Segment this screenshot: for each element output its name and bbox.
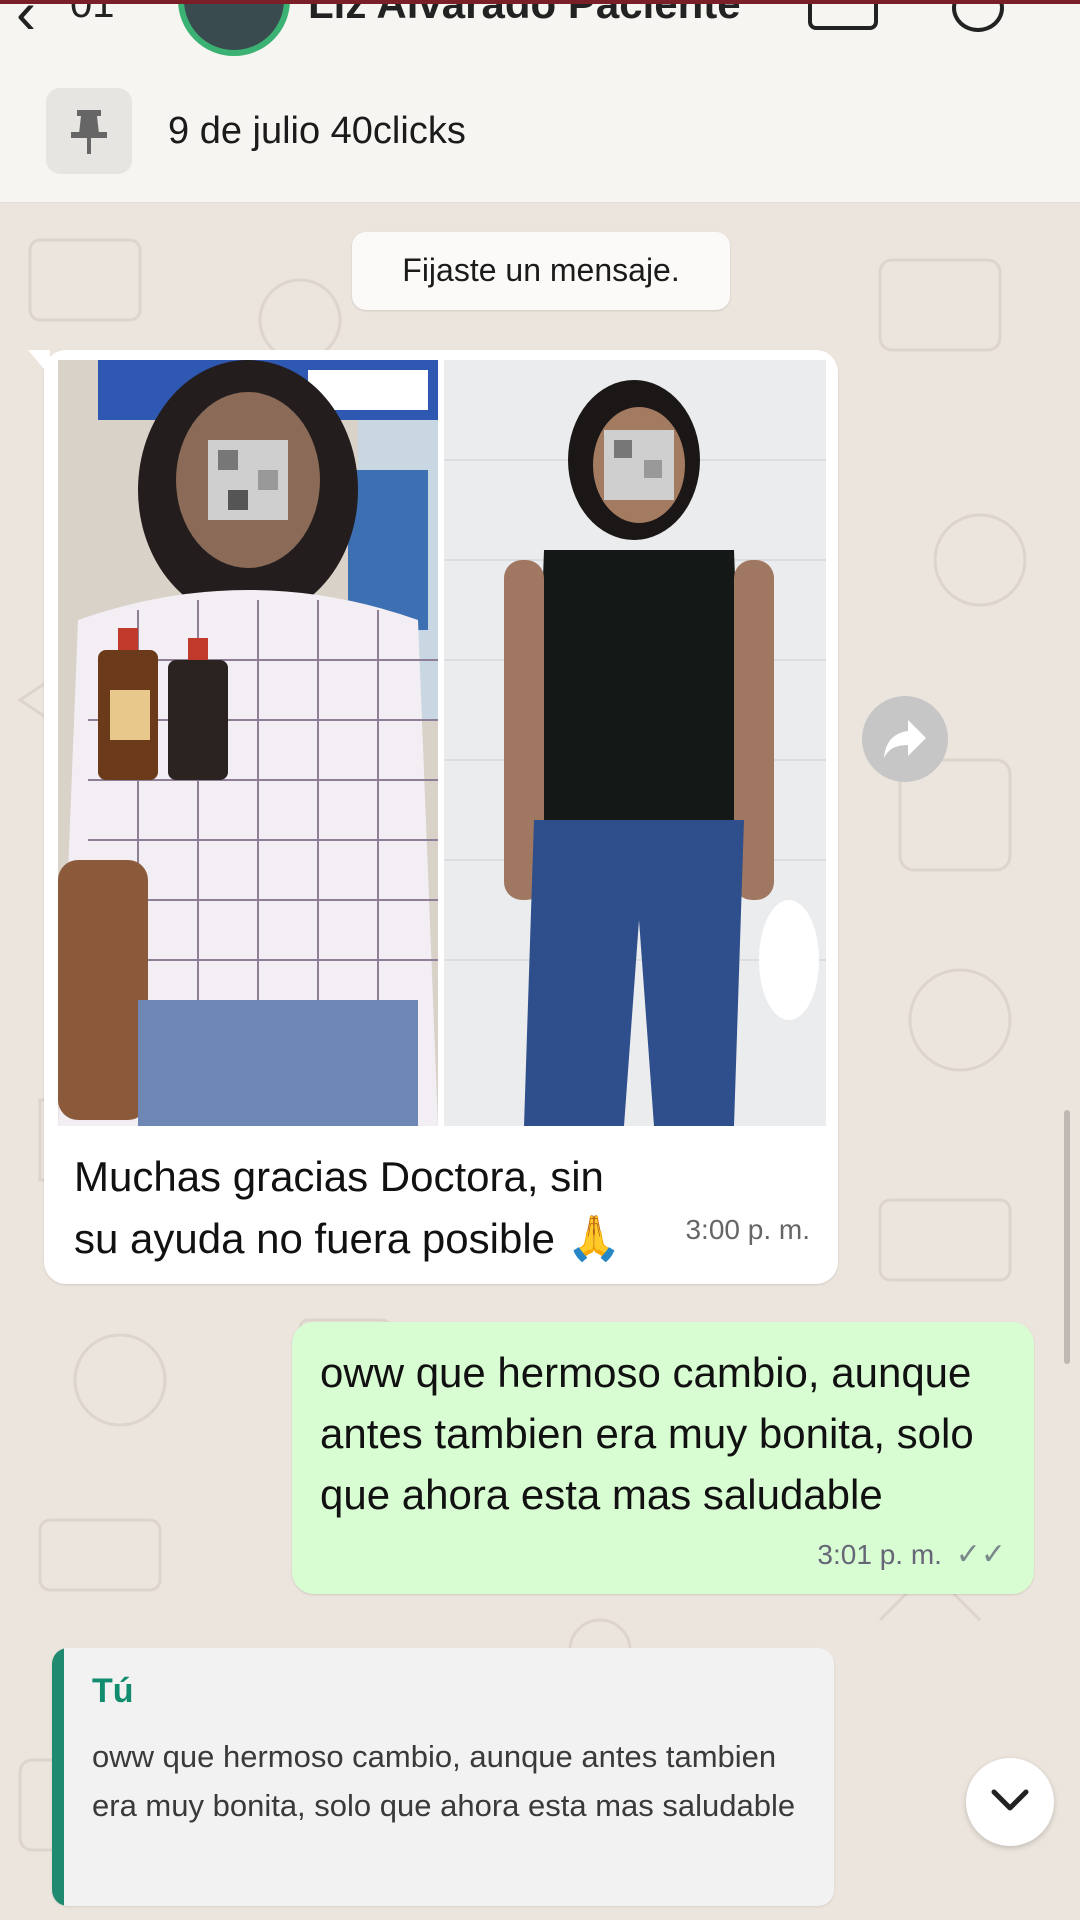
read-ticks-icon: ✓✓ xyxy=(955,1538,1006,1571)
forward-icon xyxy=(884,720,926,758)
chevron-down-icon xyxy=(991,1789,1029,1811)
scroll-down-button[interactable] xyxy=(966,1758,1054,1846)
avatar[interactable] xyxy=(178,4,290,56)
quote-author: Tú xyxy=(92,1672,134,1710)
before-photo[interactable] xyxy=(58,360,438,1126)
scrollbar[interactable] xyxy=(1064,1110,1070,1364)
phone-icon[interactable] xyxy=(952,4,1004,32)
video-call-icon[interactable] xyxy=(808,4,878,30)
quoted-reply[interactable]: Tú oww que hermoso cambio, aunque antes … xyxy=(52,1648,834,1906)
unread-count: 01 xyxy=(70,0,115,26)
quote-accent-bar xyxy=(52,1648,64,1906)
pin-icon xyxy=(46,88,132,174)
chat-header: ‹ 01 Liz Alvarado Paciente xyxy=(0,0,1080,64)
forward-button[interactable] xyxy=(862,696,948,782)
pinned-message-bar[interactable]: 9 de julio 40clicks xyxy=(0,60,1080,203)
system-message-text: Fijaste un mensaje. xyxy=(402,252,680,288)
system-message: Fijaste un mensaje. xyxy=(352,232,730,310)
outgoing-meta: 3:01 p. m. ✓✓ xyxy=(817,1537,1006,1572)
outgoing-time: 3:01 p. m. xyxy=(817,1539,942,1570)
bubble-tail xyxy=(28,350,50,376)
quote-text: oww que hermoso cambio, aunque antes tam… xyxy=(92,1739,796,1823)
message-caption: Muchas gracias Doctora, sin su ayuda no … xyxy=(74,1146,634,1270)
outgoing-text: oww que hermoso cambio, aunque antes tam… xyxy=(320,1349,974,1518)
back-arrow-icon[interactable]: ‹ xyxy=(16,4,36,47)
outgoing-message[interactable]: oww que hermoso cambio, aunque antes tam… xyxy=(292,1322,1034,1594)
incoming-message[interactable]: Muchas gracias Doctora, sin su ayuda no … xyxy=(28,350,838,1284)
contact-name[interactable]: Liz Alvarado Paciente xyxy=(308,4,741,28)
caption-text: Muchas gracias Doctora, sin su ayuda no … xyxy=(74,1153,604,1262)
message-time: 3:00 p. m. xyxy=(685,1214,810,1245)
pinned-message-text: 9 de julio 40clicks xyxy=(168,110,466,152)
pray-emoji: 🙏 xyxy=(566,1214,622,1263)
after-photo[interactable] xyxy=(444,360,826,1126)
